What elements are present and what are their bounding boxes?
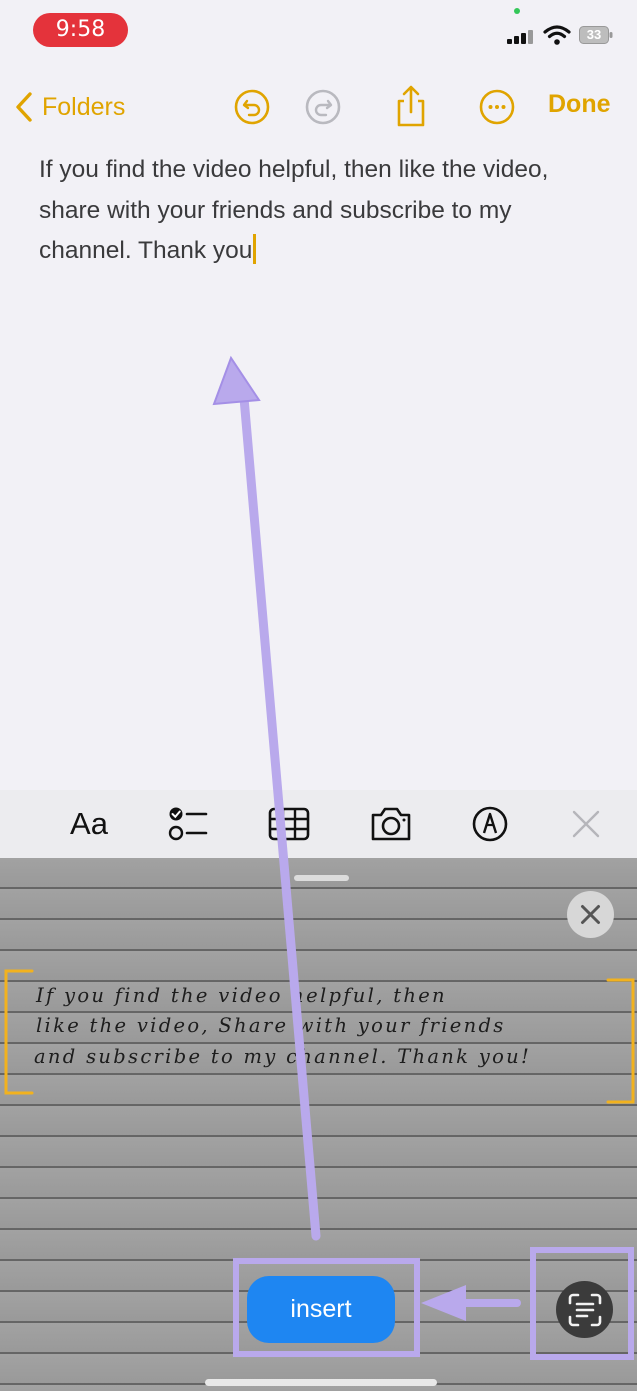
close-camera-button[interactable] [567,891,614,938]
wifi-icon [543,25,571,45]
text-style-label: Aa [70,806,108,841]
detected-text-region: If you find the video helpful, then like… [0,968,637,1108]
close-format-button[interactable] [566,802,606,846]
battery-icon: 33 [579,26,613,44]
battery-level: 33 [586,27,602,42]
back-label: Folders [42,92,126,121]
markup-pen-icon [472,806,508,842]
scan-text-button[interactable] [556,1281,613,1338]
note-body[interactable]: If you find the video helpful, then like… [39,150,619,272]
note-line-last: channel. Thank you [39,231,619,272]
note-line: channel. Thank you [39,237,253,264]
note-line: If you find the video helpful, then like… [39,156,549,183]
live-text-icon [568,1293,601,1326]
table-button[interactable] [266,802,312,846]
share-icon[interactable] [392,84,430,128]
handwritten-line: and subscribe to my channel. Thank you! [34,1045,532,1068]
camera-icon [371,807,411,841]
camera-button[interactable] [367,802,415,846]
checklist-button[interactable] [166,802,210,846]
handwritten-line: If you find the video helpful, then [36,984,447,1007]
camera-in-use-indicator [514,8,520,14]
handwritten-line: like the video, Share with your friends [36,1014,506,1037]
text-caret [253,234,257,264]
cellular-signal-icon [507,30,537,44]
live-text-camera-view[interactable]: If you find the video helpful, then like… [0,858,637,1391]
blurred-page-header [40,903,540,925]
done-button[interactable]: Done [548,90,611,119]
format-toolbar: Aa [0,790,637,858]
home-indicator [205,1379,437,1386]
insert-button[interactable]: insert [247,1276,395,1343]
note-line: share with your friends and subscribe to… [39,196,512,224]
table-icon [268,807,310,841]
more-options-icon[interactable] [478,88,516,126]
close-icon [581,905,600,924]
text-style-button[interactable]: Aa [66,802,112,846]
markup-button[interactable] [468,802,512,846]
sheet-grabber[interactable] [294,875,349,881]
undo-icon[interactable] [233,88,271,126]
chevron-left-icon [16,92,32,122]
checklist-icon [168,807,208,841]
redo-icon[interactable] [304,88,342,126]
notes-editor: 9:58 33 Folders Done If you find the vid… [0,0,637,790]
status-time: 9:58 [33,13,128,47]
close-icon [572,810,600,838]
folders-back-button[interactable]: Folders [14,88,125,126]
